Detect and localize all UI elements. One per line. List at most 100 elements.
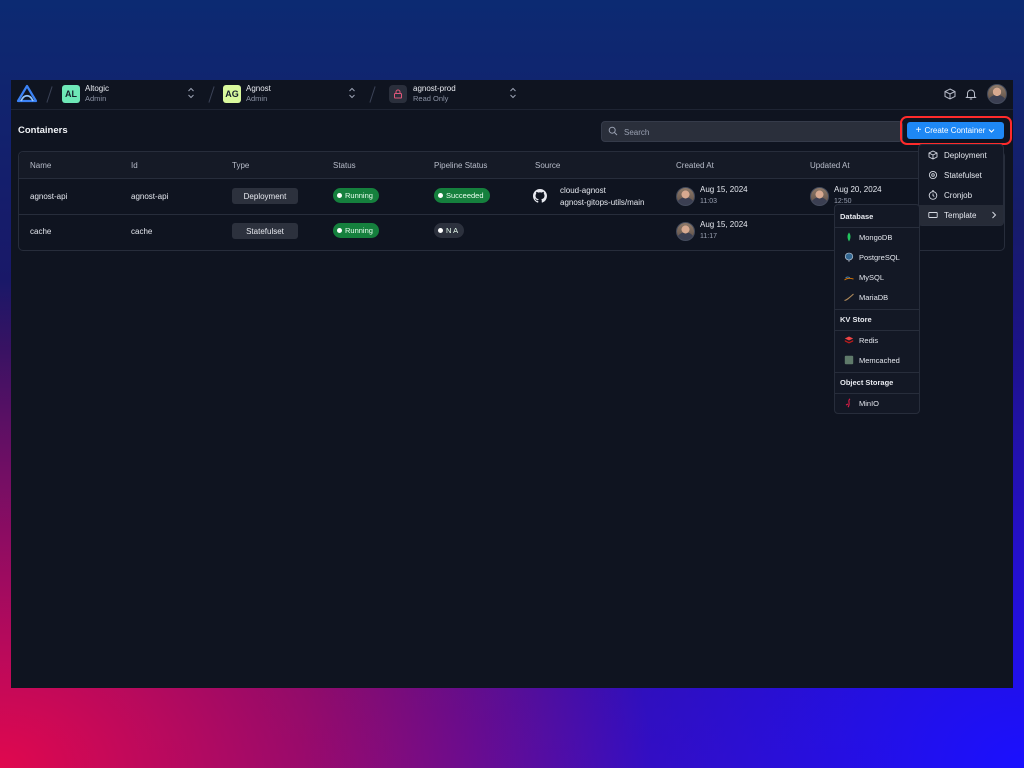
column-header-status[interactable]: Status (333, 161, 356, 170)
container-id: agnost-api (131, 192, 169, 201)
template-item-label: MySQL (859, 273, 885, 282)
org-role: Admin (85, 94, 107, 103)
column-header-name[interactable]: Name (30, 161, 51, 170)
status-badge: Running (333, 223, 379, 238)
container-name[interactable]: agnost-api (30, 192, 67, 201)
created-time: 11:03 (700, 198, 717, 205)
group-heading-kv-store: KV Store (840, 315, 872, 324)
create-container-menu: Deployment Statefulset Cronjob Template (918, 144, 1004, 226)
menu-item-label: Statefulset (944, 171, 982, 180)
menu-item-cronjob[interactable]: Cronjob (919, 185, 1003, 205)
template-icon (928, 212, 938, 218)
type-badge: Statefulset (232, 223, 298, 239)
type-badge: Deployment (232, 188, 298, 204)
source-repo[interactable]: cloud-agnost (560, 186, 606, 195)
status-badge: Running (333, 188, 379, 203)
container-id: cache (131, 227, 153, 236)
divider (835, 372, 919, 373)
template-item-mysql[interactable]: MySQL (835, 268, 919, 287)
menu-item-statefulset[interactable]: Statefulset (919, 165, 1003, 185)
pipeline-status-label: N A (446, 226, 459, 235)
created-time: 11:17 (700, 233, 717, 240)
status-label: Running (345, 191, 373, 200)
plus-icon: + (915, 124, 922, 136)
create-container-button[interactable]: + Create Container (907, 122, 1004, 139)
search-input[interactable] (622, 124, 886, 141)
column-header-id[interactable]: Id (131, 161, 138, 170)
app-window: AL Altogic Admin AG Agnost Admin agnost-… (11, 80, 1013, 688)
template-item-label: PostgreSQL (859, 253, 900, 262)
creator-avatar (676, 187, 695, 206)
lock-icon (394, 89, 402, 99)
agnost-logo-icon[interactable] (16, 84, 38, 104)
menu-item-label: Deployment (944, 151, 987, 160)
env-name[interactable]: agnost-prod (413, 84, 456, 93)
org-avatar[interactable]: AL (62, 85, 80, 103)
cube-icon (928, 150, 938, 160)
menu-item-label: Template (944, 211, 977, 220)
redis-icon (844, 336, 854, 344)
breadcrumb-separator (369, 86, 376, 103)
status-dot-icon (337, 228, 342, 233)
column-header-created-at[interactable]: Created At (676, 161, 714, 170)
chevron-up-down-icon[interactable] (187, 86, 195, 100)
search-box[interactable] (601, 121, 903, 142)
mysql-icon (844, 276, 854, 281)
gear-icon (928, 170, 938, 180)
menu-item-deployment[interactable]: Deployment (919, 145, 1003, 165)
clock-icon (928, 190, 938, 200)
app-role: Admin (246, 94, 268, 103)
template-item-label: Memcached (859, 356, 900, 365)
chevron-up-down-icon[interactable] (509, 86, 517, 100)
status-label: Running (345, 226, 373, 235)
create-container-highlight: + Create Container (900, 116, 1012, 145)
template-item-redis[interactable]: Redis (835, 331, 919, 350)
created-date: Aug 15, 2024 (700, 185, 748, 194)
column-header-source[interactable]: Source (535, 161, 560, 170)
template-item-label: Redis (859, 336, 879, 345)
status-dot-icon (337, 193, 342, 198)
cube-icon[interactable] (943, 87, 957, 101)
template-item-memcached[interactable]: Memcached (835, 351, 919, 370)
breadcrumb-separator (46, 86, 53, 103)
divider (835, 309, 919, 310)
template-submenu: Database MongoDB PostgreSQL MySQL MariaD… (834, 204, 920, 414)
chevron-up-down-icon[interactable] (348, 86, 356, 100)
template-item-label: MariaDB (859, 293, 889, 302)
memcached-icon (844, 355, 854, 365)
github-icon (533, 189, 547, 203)
container-name[interactable]: cache (30, 227, 51, 236)
app-avatar[interactable]: AG (223, 85, 241, 103)
bell-icon[interactable] (964, 87, 978, 101)
menu-item-template[interactable]: Template (919, 205, 1003, 225)
updated-date: Aug 20, 2024 (834, 185, 882, 194)
column-header-type[interactable]: Type (232, 161, 249, 170)
postgresql-icon (844, 252, 854, 262)
column-header-pipeline-status[interactable]: Pipeline Status (434, 161, 487, 170)
env-lock-badge[interactable] (389, 85, 407, 103)
group-heading-database: Database (840, 212, 874, 221)
pipeline-status-badge: Succeeded (434, 188, 490, 203)
env-status: Read Only (413, 94, 449, 103)
template-item-minio[interactable]: MinIO (835, 394, 919, 413)
create-container-label: Create Container (924, 126, 986, 135)
page-title: Containers (18, 125, 68, 136)
org-name[interactable]: Altogic (85, 84, 109, 93)
status-dot-icon (438, 228, 443, 233)
template-item-postgresql[interactable]: PostgreSQL (835, 248, 919, 267)
mongodb-icon (847, 232, 851, 242)
screenshot-frame: AL Altogic Admin AG Agnost Admin agnost-… (0, 0, 1024, 768)
source-branch[interactable]: agnost-gitops-utils/main (560, 198, 644, 207)
pipeline-status-label: Succeeded (446, 191, 484, 200)
created-date: Aug 15, 2024 (700, 220, 748, 229)
group-heading-object-storage: Object Storage (840, 378, 894, 387)
template-item-mariadb[interactable]: MariaDB (835, 288, 919, 307)
template-item-label: MinIO (859, 399, 880, 408)
column-header-updated-at[interactable]: Updated At (810, 161, 850, 170)
table-header: Name Id Type Status Pipeline Status Sour… (19, 152, 1004, 179)
template-item-mongodb[interactable]: MongoDB (835, 228, 919, 247)
user-avatar[interactable] (987, 84, 1007, 104)
chevron-down-icon (989, 128, 995, 133)
app-name[interactable]: Agnost (246, 84, 271, 93)
creator-avatar (676, 222, 695, 241)
